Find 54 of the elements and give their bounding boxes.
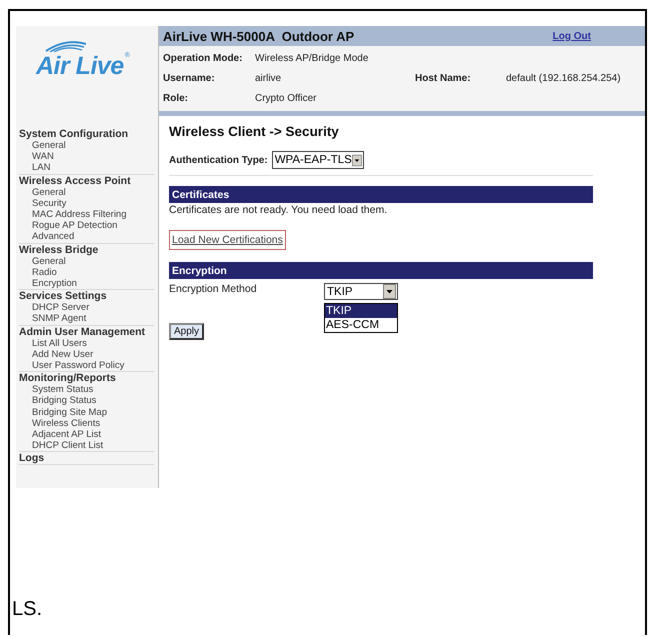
wave-icon <box>44 38 88 52</box>
sidebar-item[interactable]: User Password Policy <box>19 360 154 372</box>
dropdown-option[interactable]: AES-CCM <box>325 318 397 332</box>
apply-button[interactable]: Apply <box>169 323 204 340</box>
info-label: Operation Mode: <box>163 52 244 64</box>
sidebar-item[interactable]: Adjacent AP List <box>19 429 154 440</box>
sidebar-section-title[interactable]: Monitoring/Reports <box>19 372 154 384</box>
sidebar-item[interactable]: List All Users <box>19 338 154 349</box>
sidebar-section-title[interactable]: Services Settings <box>19 290 154 302</box>
sidebar-item[interactable]: Radio <box>19 266 154 278</box>
sidebar-item[interactable]: Rogue AP Detection <box>19 220 154 232</box>
sidebar-item[interactable]: DHCP Client List <box>19 440 154 452</box>
info-label: Username: <box>163 72 216 84</box>
sidebar-item[interactable]: General <box>19 256 154 267</box>
sidebar-item[interactable]: Advanced <box>19 231 154 243</box>
sidebar-item[interactable]: Wireless Clients <box>19 418 154 430</box>
sidebar-item[interactable]: MAC Address Filtering <box>19 209 154 220</box>
sidebar-item[interactable]: SNMP Agent <box>19 313 154 325</box>
status-message: Certificates are not ready. You need load them. <box>169 204 388 216</box>
sidebar-section-title[interactable]: System Configuration <box>19 128 154 140</box>
encryption-method-select[interactable]: TKIP <box>324 283 398 300</box>
sidebar-item[interactable]: Add New User <box>19 348 154 360</box>
sidebar-section-title[interactable]: Admin User Management <box>19 326 154 338</box>
info-value: airlive <box>255 72 282 84</box>
device-title: AirLive WH-5000A Outdoor AP <box>163 28 356 44</box>
sidebar-item[interactable]: General <box>19 186 154 198</box>
caption-text: LS. <box>12 598 44 621</box>
field-label: Encryption Method <box>169 283 258 295</box>
field-label: Authentication Type: <box>169 154 268 166</box>
section-heading: Certificates <box>169 186 593 203</box>
sidebar-item[interactable]: Security <box>19 198 154 210</box>
dropdown-option[interactable]: TKIP <box>325 304 397 318</box>
sidebar-section-title[interactable]: Logs <box>19 452 154 464</box>
sidebar-section-title[interactable]: Wireless Access Point <box>19 174 154 187</box>
info-label: Role: <box>163 92 189 104</box>
sidebar-item[interactable]: LAN <box>19 162 154 174</box>
logout-link[interactable]: Log Out <box>552 30 591 42</box>
sidebar-item[interactable]: WAN <box>19 151 154 162</box>
info-label: Host Name: <box>415 72 472 84</box>
info-value: Wireless AP/Bridge Mode <box>255 52 368 64</box>
sidebar-item[interactable]: DHCP Server <box>19 302 154 314</box>
sidebar-section-title[interactable]: Wireless Bridge <box>19 244 154 256</box>
load-certifications-link[interactable]: Load New Certifications <box>169 230 286 250</box>
logo-text: Air Live <box>36 52 124 80</box>
sidebar-item[interactable]: Bridging Site Map <box>19 406 154 418</box>
sidebar-item[interactable]: System Status <box>19 384 154 396</box>
page-title: Wireless Client -> Security <box>169 124 340 139</box>
info-value: Crypto Officer <box>255 92 316 104</box>
auth-type-select[interactable]: WPA-EAP-TLS <box>272 151 364 169</box>
section-heading: Encryption <box>169 262 593 279</box>
sidebar-item[interactable]: Encryption <box>19 278 154 290</box>
sidebar-item[interactable]: General <box>19 140 154 152</box>
sidebar-item[interactable]: Bridging Status <box>19 395 154 407</box>
info-value: default (192.168.254.254) <box>506 72 621 84</box>
